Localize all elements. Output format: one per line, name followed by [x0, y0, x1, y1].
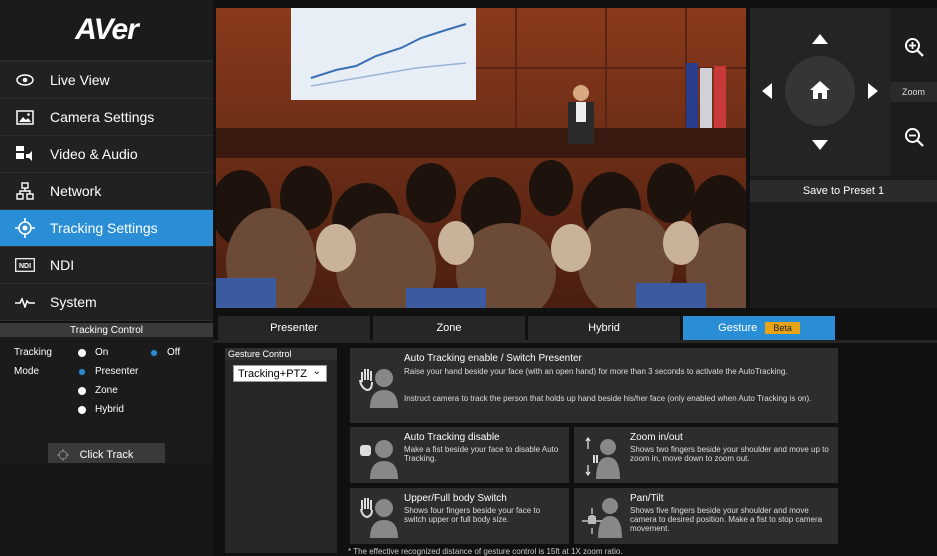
image-icon — [14, 106, 36, 128]
zoom-label: Zoom — [890, 82, 937, 102]
chevron-down-icon: ⌄ — [312, 366, 321, 377]
home-icon[interactable] — [809, 80, 831, 100]
tab-gesture[interactable]: Gesture Beta — [683, 316, 835, 340]
radio-label: Off — [167, 347, 181, 358]
sidebar-item-system[interactable]: System — [0, 284, 213, 321]
ndi-icon: NDI — [14, 254, 36, 276]
tab-zone[interactable]: Zone — [373, 316, 525, 340]
gesture-card-pan-tilt: Pan/Tilt Shows five fingers beside your … — [574, 488, 838, 544]
sidebar-empty-area — [0, 463, 213, 556]
gesture-title: Auto Tracking disable — [404, 432, 500, 443]
arrow-right-icon[interactable] — [868, 83, 878, 99]
gesture-title: Zoom in/out — [630, 432, 683, 443]
sidebar-item-ndi[interactable]: NDI NDI — [0, 247, 213, 284]
zoom-out-button[interactable] — [890, 106, 937, 168]
sidebar: AVer Live View Camera Settings Video & A… — [0, 0, 213, 556]
sidebar-item-label: Video & Audio — [50, 146, 138, 162]
mode-zone-radio[interactable]: Zone — [78, 385, 118, 396]
radio-dot — [78, 405, 86, 414]
gesture-title: Upper/Full body Switch — [404, 493, 507, 504]
radio-dot-selected — [78, 367, 86, 376]
sidebar-item-label: Live View — [50, 72, 110, 88]
conference-scene-image — [216, 8, 746, 308]
sidebar-item-label: Camera Settings — [50, 109, 155, 125]
radio-label: Hybrid — [95, 404, 124, 415]
sidebar-item-label: System — [50, 294, 97, 310]
radio-label: Presenter — [95, 366, 139, 377]
svg-text:NDI: NDI — [19, 263, 31, 270]
zoom-out-icon — [904, 128, 924, 147]
click-track-label: Click Track — [79, 449, 134, 461]
gesture-title: Pan/Tilt — [630, 493, 664, 504]
two-fingers-gesture-icon — [585, 436, 620, 479]
gesture-desc: Shows two fingers beside your shoulder a… — [630, 445, 829, 463]
gesture-footnote: * The effective recognized distance of g… — [348, 547, 623, 556]
ptz-direction-pad — [750, 8, 890, 176]
ptz-panel: Zoom Save to Preset 1 — [750, 8, 937, 308]
gesture-desc: Instruct camera to track the person that… — [404, 394, 812, 403]
tab-presenter[interactable]: Presenter — [218, 316, 370, 340]
gesture-control-title: Gesture Control — [225, 348, 337, 360]
network-icon — [14, 180, 36, 202]
gesture-control-panel: Gesture Control Tracking+PTZ ⌄ — [225, 348, 337, 553]
gesture-card-disable: Auto Tracking disable Make a fist beside… — [350, 427, 569, 483]
sidebar-item-network[interactable]: Network — [0, 173, 213, 210]
tracking-control-header: Tracking Control — [0, 321, 213, 337]
radio-dot — [78, 386, 86, 395]
sidebar-item-label: Tracking Settings — [50, 220, 158, 236]
gesture-desc: Make a fist beside your face to disable … — [404, 445, 559, 463]
radio-label: On — [95, 347, 109, 358]
arrow-up-icon[interactable] — [812, 34, 828, 44]
sidebar-item-tracking-settings[interactable]: Tracking Settings — [0, 210, 213, 247]
mode-label: Mode — [14, 366, 40, 377]
pulse-icon — [14, 291, 36, 313]
five-fingers-gesture-icon — [582, 498, 622, 538]
target-icon — [57, 449, 69, 464]
aver-logo: AVer — [0, 0, 213, 62]
tracking-label: Tracking — [14, 347, 52, 358]
sidebar-item-live-view[interactable]: Live View — [0, 62, 213, 99]
video-audio-icon — [14, 143, 36, 165]
mode-presenter-radio[interactable]: Presenter — [78, 366, 138, 377]
tab-label: Gesture — [718, 322, 758, 334]
sidebar-item-video-audio[interactable]: Video & Audio — [0, 136, 213, 173]
arrow-left-icon[interactable] — [762, 83, 772, 99]
gesture-card-body-switch: Upper/Full body Switch Shows four finger… — [350, 488, 569, 544]
gesture-desc: Shows five fingers beside your shoulder … — [630, 506, 823, 533]
gesture-mode-select[interactable]: Tracking+PTZ ⌄ — [233, 365, 327, 382]
sidebar-item-label: NDI — [50, 257, 75, 273]
mode-hybrid-radio[interactable]: Hybrid — [78, 404, 124, 415]
live-video-feed[interactable] — [216, 8, 746, 308]
beta-badge: Beta — [765, 322, 800, 334]
eye-icon — [14, 69, 36, 91]
open-hand-gesture-icon — [359, 369, 398, 408]
tracking-settings-panel: Presenter Zone Hybrid Gesture Beta Gestu… — [213, 313, 937, 556]
sidebar-item-label: Network — [50, 183, 102, 199]
crosshair-icon — [14, 217, 36, 239]
gesture-title: Auto Tracking enable / Switch Presenter — [404, 353, 582, 364]
zoom-column: Zoom — [890, 8, 937, 176]
radio-dot — [78, 348, 86, 357]
four-fingers-gesture-icon — [360, 498, 398, 538]
tab-hybrid[interactable]: Hybrid — [528, 316, 680, 340]
tracking-tabs: Presenter Zone Hybrid Gesture Beta — [218, 316, 838, 340]
sidebar-item-camera-settings[interactable]: Camera Settings — [0, 99, 213, 136]
save-to-preset-button[interactable]: Save to Preset 1 — [750, 180, 937, 202]
gesture-card-zoom: Zoom in/out Shows two fingers beside you… — [574, 427, 838, 483]
tracking-control-panel: Tracking On Off Mode Presenter Zone Hybr… — [0, 337, 213, 477]
fist-gesture-icon — [360, 440, 398, 479]
radio-dot-selected — [150, 348, 158, 357]
select-value: Tracking+PTZ — [238, 367, 307, 380]
radio-label: Zone — [95, 385, 118, 396]
zoom-in-button[interactable] — [890, 16, 937, 78]
zoom-in-icon — [904, 38, 924, 57]
gesture-desc: Shows four fingers beside your face to s… — [404, 506, 541, 524]
tracking-off-radio[interactable]: Off — [150, 347, 180, 358]
tab-divider — [213, 340, 937, 343]
gesture-card-enable: Auto Tracking enable / Switch Presenter … — [350, 348, 838, 423]
tracking-on-radio[interactable]: On — [78, 347, 108, 358]
arrow-down-icon[interactable] — [812, 140, 828, 150]
gesture-desc: Raise your hand beside your face (with a… — [404, 367, 788, 376]
